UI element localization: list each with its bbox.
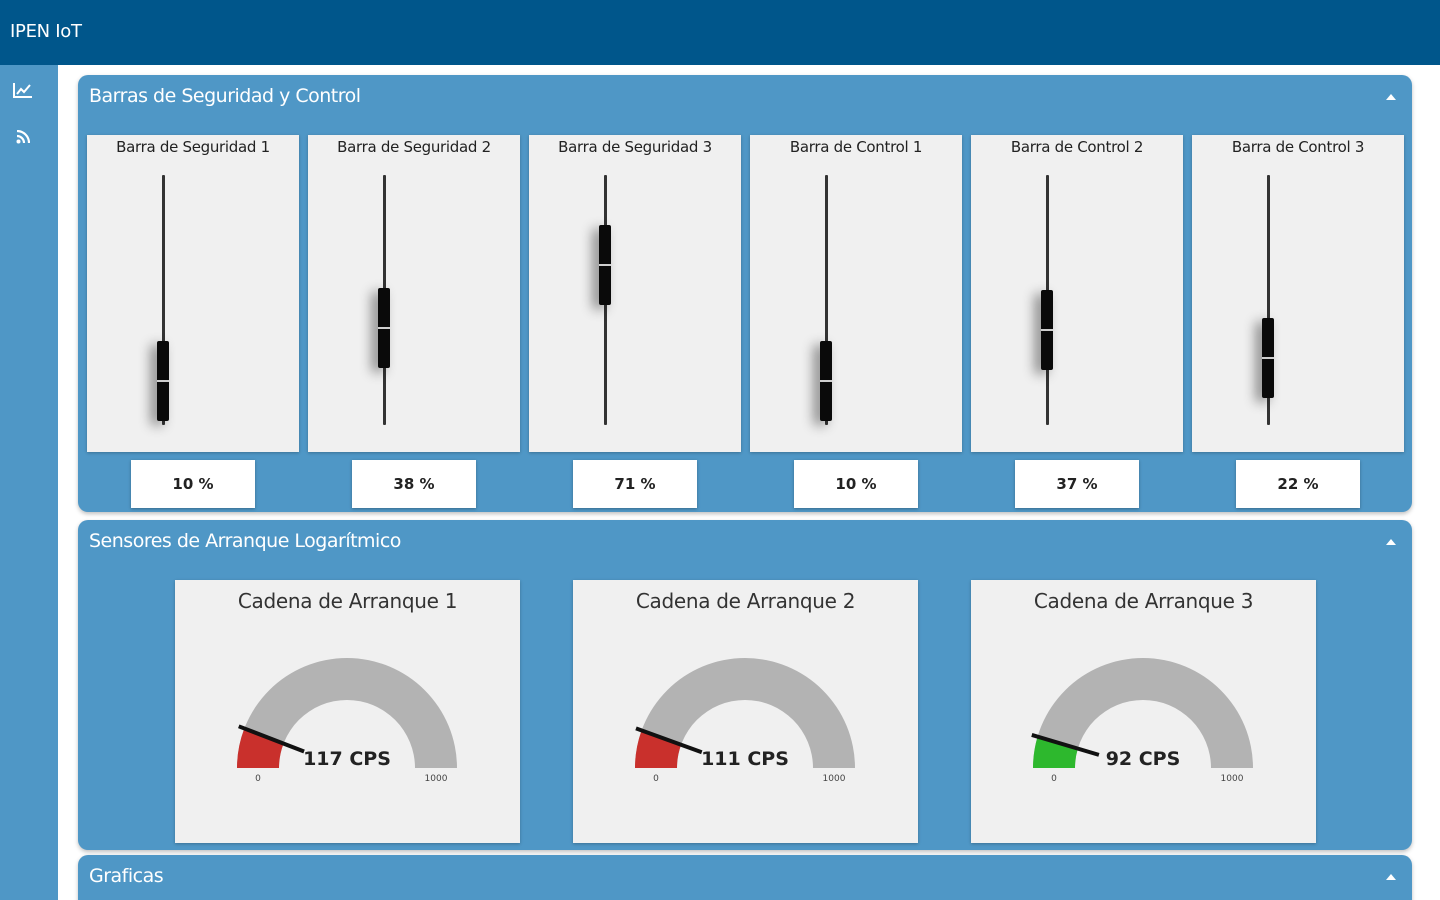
- group-title-sensores: Sensores de Arranque Logarítmico: [89, 530, 401, 552]
- group-sensores: Sensores de Arranque Logarítmico Cadena …: [78, 520, 1412, 850]
- gauge-max-label: 1000: [1221, 774, 1244, 784]
- top-header: IPEN IoT: [0, 0, 1440, 65]
- slider-thumb[interactable]: [599, 225, 611, 306]
- slider-label: Barra de Control 1: [789, 138, 923, 156]
- rss-feed-icon: [16, 130, 30, 144]
- sidebar-item-feed[interactable]: [8, 122, 38, 152]
- slider-value: 22 %: [1236, 460, 1360, 508]
- slider-label: Barra de Seguridad 1: [116, 138, 270, 156]
- gauge-svg: 117 CPS 0 1000: [237, 658, 457, 784]
- line-chart-icon: [13, 83, 32, 98]
- slider-label: Barra de Seguridad 2: [337, 138, 491, 156]
- slider-value: 38 %: [352, 460, 476, 508]
- slider-card: Barra de Seguridad 2: [308, 135, 520, 452]
- gauge-svg: 111 CPS 0 1000: [635, 658, 855, 784]
- slider-label: Barra de Seguridad 3: [558, 138, 712, 156]
- gauge-min-label: 0: [1051, 774, 1057, 784]
- app-title: IPEN IoT: [10, 21, 82, 42]
- caret-up-icon: [1386, 539, 1396, 545]
- group-title-graficas: Graficas: [89, 865, 164, 887]
- gauge-card: Cadena de Arranque 1 117 CPS 0 1000: [175, 580, 520, 843]
- slider-label: Barra de Control 2: [1010, 138, 1144, 156]
- main-content: Barras de Seguridad y Control Barra de S…: [58, 65, 1440, 900]
- slider-thumb[interactable]: [1262, 318, 1274, 399]
- group-title-barras: Barras de Seguridad y Control: [89, 85, 361, 107]
- slider-thumb[interactable]: [1041, 289, 1053, 370]
- slider-card: Barra de Control 1: [750, 135, 962, 452]
- collapse-barras-button[interactable]: [1381, 87, 1401, 107]
- gauge-max-label: 1000: [823, 774, 846, 784]
- caret-up-icon: [1386, 874, 1396, 880]
- gauge-min-label: 0: [255, 774, 261, 784]
- gauge-svg: 92 CPS 0 1000: [1031, 658, 1253, 784]
- slider-card: Barra de Control 3: [1192, 135, 1404, 452]
- sidebar-item-charts[interactable]: [8, 75, 38, 105]
- slider-card: Barra de Seguridad 3: [529, 135, 741, 452]
- slider-card: Barra de Control 2: [971, 135, 1183, 452]
- gauge-value: 111 CPS: [701, 748, 789, 770]
- slider-thumb[interactable]: [157, 341, 169, 421]
- collapse-sensores-button[interactable]: [1381, 532, 1401, 552]
- slider-value: 10 %: [794, 460, 918, 508]
- gauge-card: Cadena de Arranque 3 92 CPS 0 1000: [971, 580, 1316, 843]
- slider-value: 10 %: [131, 460, 255, 508]
- slider-label: Barra de Control 3: [1231, 138, 1365, 156]
- group-barras: Barras de Seguridad y Control Barra de S…: [78, 75, 1412, 512]
- group-graficas: Graficas: [78, 855, 1412, 900]
- slider-thumb[interactable]: [820, 341, 832, 421]
- slider-value: 37 %: [1015, 460, 1139, 508]
- gauge-card: Cadena de Arranque 2 111 CPS 0 1000: [573, 580, 918, 843]
- gauge-value: 92 CPS: [1106, 748, 1181, 770]
- collapse-graficas-button[interactable]: [1381, 867, 1401, 887]
- caret-up-icon: [1386, 94, 1396, 100]
- gauge-min-label: 0: [653, 774, 659, 784]
- gauge-value: 117 CPS: [303, 748, 391, 770]
- slider-value: 71 %: [573, 460, 697, 508]
- gauge-max-label: 1000: [425, 774, 448, 784]
- slider-thumb[interactable]: [378, 287, 390, 368]
- sidebar: [0, 65, 58, 900]
- slider-card: Barra de Seguridad 1: [87, 135, 299, 452]
